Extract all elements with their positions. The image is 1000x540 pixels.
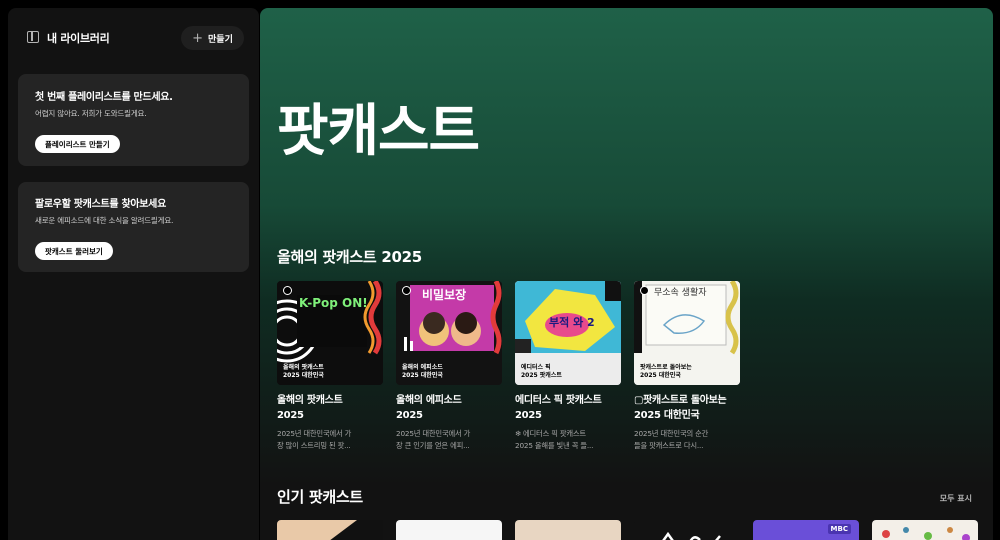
card-subtitle: 어렵지 않아요. 저희가 도와드릴게요. bbox=[35, 109, 147, 118]
mbc-badge: MBC bbox=[827, 524, 851, 534]
create-playlist-card: 첫 번째 플레이리스트를 만드세요. 어렵지 않아요. 저희가 도와드릴게요. … bbox=[18, 74, 249, 166]
cover-art bbox=[662, 531, 721, 540]
popular-podcast-cover[interactable] bbox=[634, 520, 740, 540]
cover-caption: 올해의 팟캐스트 2025 대한민국 bbox=[283, 364, 375, 379]
card-title: 첫 번째 플레이리스트를 만드세요. bbox=[35, 92, 173, 103]
card-subtitle: 새로운 에피소드에 대한 소식을 알려드릴게요. bbox=[35, 216, 174, 225]
cover-image: 부적 와 2 에디터스 픽 2025 팟캐스트 bbox=[515, 281, 621, 385]
plus-icon: + bbox=[192, 30, 204, 46]
tile-description-line: 장 많이 스트리밍 된 팟... bbox=[277, 440, 351, 450]
library-icon[interactable] bbox=[27, 31, 39, 43]
podcast-tile[interactable]: K-Pop ON! 올해의 팟캐스트 2025 대한민국 올해의 팟캐스트 20… bbox=[277, 281, 383, 451]
create-button[interactable]: + 만들기 bbox=[181, 26, 244, 50]
spotify-logo-icon bbox=[640, 286, 649, 295]
cover-caption: 팟캐스트로 돌아보는 2025 대한민국 bbox=[640, 364, 732, 379]
cover-image: 무소속 생활자 팟캐스트로 돌아보는 2025 대한민국 bbox=[634, 281, 740, 385]
tile-title[interactable]: ▢팟캐스트로 돌아보는 2025 대한민국 bbox=[634, 394, 740, 423]
cover-caption-line: 2025 팟캐스트 bbox=[521, 371, 562, 379]
tile-description-line: 2025년 대한민국에서 가 bbox=[277, 429, 352, 438]
podcast-tile[interactable]: 부적 와 2 에디터스 픽 2025 팟캐스트 에디터스 픽 팟캐스트 2025… bbox=[515, 281, 621, 451]
spotify-logo-icon bbox=[402, 286, 411, 295]
cover-image: K-Pop ON! 올해의 팟캐스트 2025 대한민국 bbox=[277, 281, 383, 385]
section-title[interactable]: 인기 팟캐스트 bbox=[277, 486, 363, 507]
tile-description: 2025년 대한민국의 순간 들을 팟캐스트로 다시... bbox=[634, 428, 740, 451]
library-title[interactable]: 내 라이브러리 bbox=[47, 30, 110, 46]
tile-description-line: 장 큰 인기를 얻은 에피... bbox=[396, 440, 470, 450]
cover-caption-line: 팟캐스트로 돌아보는 bbox=[640, 364, 692, 371]
library-header: 내 라이브러리 + 만들기 bbox=[8, 8, 259, 66]
cover-text: 비밀보장 bbox=[422, 288, 467, 302]
tile-title-line: 올해의 팟캐스트 bbox=[277, 395, 343, 406]
cover-image: 비밀보장 올해의 에피소드 2025 대한민국 bbox=[396, 281, 502, 385]
cover-caption-line: 에디터스 픽 bbox=[521, 364, 551, 371]
tile-description-line: 들을 팟캐스트로 다시... bbox=[634, 440, 704, 450]
card-title: 팔로우할 팟캐스트를 찾아보세요 bbox=[35, 199, 166, 210]
tile-title[interactable]: 올해의 팟캐스트 2025 bbox=[277, 394, 383, 423]
cover-caption-line: 2025 대한민국 bbox=[402, 371, 443, 379]
popular-podcast-cover[interactable]: MBC bbox=[753, 520, 859, 540]
tile-description-line: ❄ 에디터스 픽 팟캐스트 bbox=[515, 429, 586, 438]
cover-caption: 올해의 에피소드 2025 대한민국 bbox=[402, 364, 494, 379]
section-title[interactable]: 올해의 팟캐스트 2025 bbox=[277, 246, 422, 267]
tile-title-line: 2025 bbox=[396, 409, 423, 421]
tile-title[interactable]: 에디터스 픽 팟캐스트 2025 bbox=[515, 394, 621, 423]
popular-podcast-cover[interactable] bbox=[277, 520, 383, 540]
cover-text: K-Pop ON! bbox=[299, 296, 368, 310]
tile-description-line: 2025년 대한민국의 순간 bbox=[634, 429, 709, 438]
browse-podcasts-button[interactable]: 팟캐스트 둘러보기 bbox=[35, 242, 113, 260]
spotify-logo-icon bbox=[283, 286, 292, 295]
show-all-link[interactable]: 모두 표시 bbox=[940, 493, 972, 504]
tile-description: ❄ 에디터스 픽 팟캐스트 2025 올해를 빛낸 꼭 들... bbox=[515, 428, 621, 451]
main-view: 팟캐스트 올해의 팟캐스트 2025 K-Pop ON! 올해의 팟캐스트 20… bbox=[260, 8, 993, 540]
popular-podcast-cover[interactable] bbox=[396, 520, 502, 540]
tile-title-line: ▢팟캐스트로 돌아보는 bbox=[634, 395, 727, 406]
cover-art bbox=[882, 527, 970, 540]
page-title: 팟캐스트 bbox=[277, 99, 480, 164]
cover-art bbox=[330, 520, 383, 540]
library-sidebar: 내 라이브러리 + 만들기 첫 번째 플레이리스트를 만드세요. 어렵지 않아요… bbox=[8, 8, 259, 540]
cover-text: 무소속 생활자 bbox=[654, 288, 707, 298]
tile-description: 2025년 대한민국에서 가 장 많이 스트리밍 된 팟... bbox=[277, 428, 383, 451]
cover-caption-line: 2025 대한민국 bbox=[640, 371, 681, 379]
browse-podcasts-card: 팔로우할 팟캐스트를 찾아보세요 새로운 에피소드에 대한 소식을 알려드릴게요… bbox=[18, 182, 249, 272]
cover-caption-line: 2025 대한민국 bbox=[283, 371, 324, 379]
tile-title-line: 2025 bbox=[515, 409, 542, 421]
popular-podcast-cover[interactable] bbox=[515, 520, 621, 540]
tile-title-line: 에디터스 픽 팟캐스트 bbox=[515, 395, 602, 406]
tile-title-line: 올해의 에피소드 bbox=[396, 395, 462, 406]
cover-caption-line: 올해의 팟캐스트 bbox=[283, 364, 324, 371]
cover-text: 부적 와 2 bbox=[549, 316, 595, 329]
popular-podcast-cover[interactable] bbox=[872, 520, 978, 540]
cover-caption: 에디터스 픽 2025 팟캐스트 bbox=[521, 364, 613, 379]
tile-description-line: 2025년 대한민국에서 가 bbox=[396, 429, 471, 438]
create-playlist-button[interactable]: 플레이리스트 만들기 bbox=[35, 135, 120, 153]
podcast-tile[interactable]: 무소속 생활자 팟캐스트로 돌아보는 2025 대한민국 ▢팟캐스트로 돌아보는… bbox=[634, 281, 740, 451]
podcast-tile[interactable]: 비밀보장 올해의 에피소드 2025 대한민국 올해의 에피소드 2025 20… bbox=[396, 281, 502, 451]
tile-title-line: 2025 bbox=[277, 409, 304, 421]
cover-caption-line: 올해의 에피소드 bbox=[402, 364, 443, 371]
tile-description-line: 2025 올해를 빛낸 꼭 들... bbox=[515, 440, 594, 450]
tile-title-line: 2025 대한민국 bbox=[634, 409, 700, 421]
tile-description: 2025년 대한민국에서 가 장 큰 인기를 얻은 에피... bbox=[396, 428, 502, 451]
tile-title[interactable]: 올해의 에피소드 2025 bbox=[396, 394, 502, 423]
create-label: 만들기 bbox=[208, 34, 233, 45]
